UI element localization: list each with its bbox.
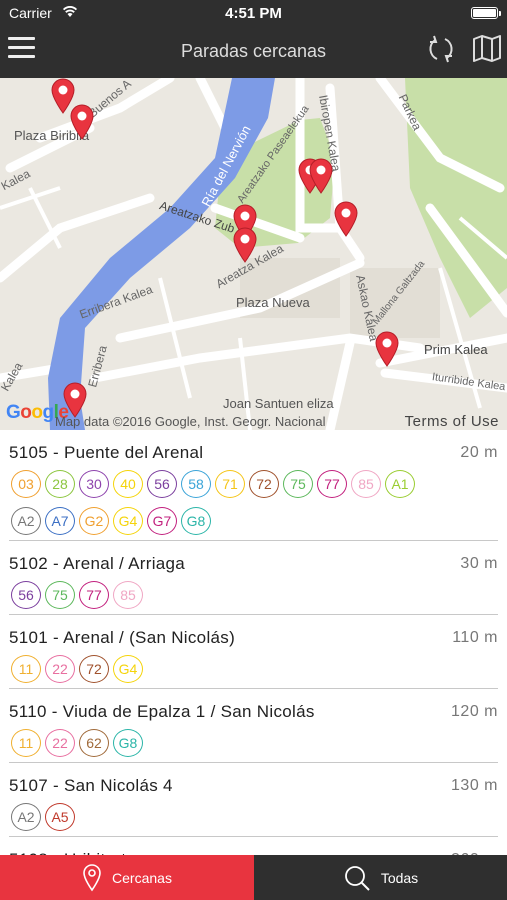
stop-distance: 120 m xyxy=(451,703,498,720)
stop-distance: 110 m xyxy=(452,629,498,646)
stop-title: 5107 - San Nicolás 4 xyxy=(9,776,173,795)
map-pin-icon[interactable] xyxy=(333,201,359,237)
line-badge[interactable]: A2 xyxy=(11,507,41,535)
line-badges: 56 75 77 85 xyxy=(11,581,451,618)
stop-row[interactable]: 5102 - Arenal / Arriaga 30 m 56 75 77 85 xyxy=(9,541,498,615)
line-badge[interactable]: 58 xyxy=(181,470,211,498)
map-icon[interactable] xyxy=(472,34,502,62)
line-badge[interactable]: G8 xyxy=(113,729,143,757)
line-badge[interactable]: 75 xyxy=(283,470,313,498)
line-badges: 11 22 72 G4 xyxy=(11,655,451,692)
battery-icon xyxy=(471,7,501,19)
line-badge[interactable]: 77 xyxy=(317,470,347,498)
line-badge[interactable]: 77 xyxy=(79,581,109,609)
line-badge[interactable]: 11 xyxy=(11,655,41,683)
line-badges: A2 A5 xyxy=(11,803,451,840)
map-pin-icon[interactable] xyxy=(374,331,400,367)
stop-row[interactable]: 5108 - Uribitarte260 m xyxy=(9,837,498,855)
stops-list[interactable]: 5105 - Puente del Arenal 20 m 03 28 30 40 56 58… xyxy=(0,430,507,855)
line-badge[interactable]: 62 xyxy=(79,729,109,757)
map-pin-icon[interactable] xyxy=(232,227,258,263)
tab-bar: Cercanas Todas xyxy=(0,855,507,900)
stop-title: 5101 - Arenal / (San Nicolás) xyxy=(9,628,236,647)
street-label: Prim Kalea xyxy=(424,342,488,357)
clock: 4:51 PM xyxy=(225,5,282,22)
map-attribution: Map data ©2016 Google, Inst. Geogr. Naci… xyxy=(0,412,507,430)
stop-row[interactable]: 5110 - Viuda de Epalza 1 / San Nicolás 12… xyxy=(9,689,498,763)
line-badge[interactable]: 75 xyxy=(45,581,75,609)
line-badge[interactable]: G8 xyxy=(181,507,211,535)
line-badge[interactable]: G4 xyxy=(113,507,143,535)
stop-title: 5102 - Arenal / Arriaga xyxy=(9,554,186,573)
line-badge[interactable]: 72 xyxy=(79,655,109,683)
terms-link[interactable]: Terms of Use xyxy=(405,413,499,430)
stop-row[interactable]: 5107 - San Nicolás 4 130 m A2 A5 xyxy=(9,763,498,837)
line-badge[interactable]: 30 xyxy=(79,470,109,498)
stop-title: 5105 - Puente del Arenal xyxy=(9,443,204,462)
line-badge[interactable]: 22 xyxy=(45,655,75,683)
map[interactable]: Plaza Biribila Plaza Nueva Joan Santuen … xyxy=(0,78,507,430)
line-badge[interactable]: 72 xyxy=(249,470,279,498)
refresh-icon[interactable] xyxy=(425,33,457,65)
stop-distance: 130 m xyxy=(451,777,498,794)
stop-row[interactable]: 5105 - Puente del Arenal 20 m 03 28 30 40 56 58… xyxy=(9,430,498,541)
map-pin-icon[interactable] xyxy=(69,104,95,140)
line-badge[interactable]: A7 xyxy=(45,507,75,535)
status-bar: Carrier 4:51 PM xyxy=(0,0,507,28)
line-badges: 03 28 30 40 56 58 71 72 75 77 85 A1 A2 A7 G2 G4 G7 G8 xyxy=(11,470,451,544)
stop-distance: 30 m xyxy=(460,555,498,572)
line-badge[interactable]: 56 xyxy=(11,581,41,609)
line-badge[interactable]: G7 xyxy=(147,507,177,535)
line-badge[interactable]: 85 xyxy=(351,470,381,498)
line-badge[interactable]: 56 xyxy=(147,470,177,498)
map-place-label: Joan Santuen eliza xyxy=(223,396,334,411)
line-badge[interactable]: 28 xyxy=(45,470,75,498)
line-badge[interactable]: A5 xyxy=(45,803,75,831)
line-badge[interactable]: 11 xyxy=(11,729,41,757)
map-pin-icon xyxy=(83,863,101,891)
tab-cercanas[interactable]: Cercanas xyxy=(0,855,254,900)
line-badge[interactable]: 40 xyxy=(113,470,143,498)
search-icon xyxy=(344,865,370,891)
tab-label: Todas xyxy=(380,869,419,886)
stop-row[interactable]: 5101 - Arenal / (San Nicolás) 110 m 11 22 72… xyxy=(9,615,498,689)
line-badges: 11 22 62 G8 xyxy=(11,729,451,766)
line-badge[interactable]: A1 xyxy=(385,470,415,498)
line-badge[interactable]: 71 xyxy=(215,470,245,498)
tab-todas[interactable]: Todas xyxy=(254,855,507,900)
header: Carrier 4:51 PM Paradas cercanas xyxy=(0,0,507,78)
line-badge[interactable]: 85 xyxy=(113,581,143,609)
hamburger-icon xyxy=(8,37,35,40)
line-badge[interactable]: G4 xyxy=(113,655,143,683)
map-place-label: Plaza Nueva xyxy=(236,295,310,310)
line-badge[interactable]: 03 xyxy=(11,470,41,498)
line-badge[interactable]: A2 xyxy=(11,803,41,831)
map-pin-icon[interactable] xyxy=(308,158,334,194)
stop-distance: 20 m xyxy=(460,444,498,461)
line-badge[interactable]: 22 xyxy=(45,729,75,757)
line-badge[interactable]: G2 xyxy=(79,507,109,535)
attribution-text: Map data ©2016 Google, Inst. Geogr. Naci… xyxy=(55,414,326,429)
tab-label: Cercanas xyxy=(112,869,172,886)
stop-title: 5110 - Viuda de Epalza 1 / San Nicolás xyxy=(9,702,315,721)
